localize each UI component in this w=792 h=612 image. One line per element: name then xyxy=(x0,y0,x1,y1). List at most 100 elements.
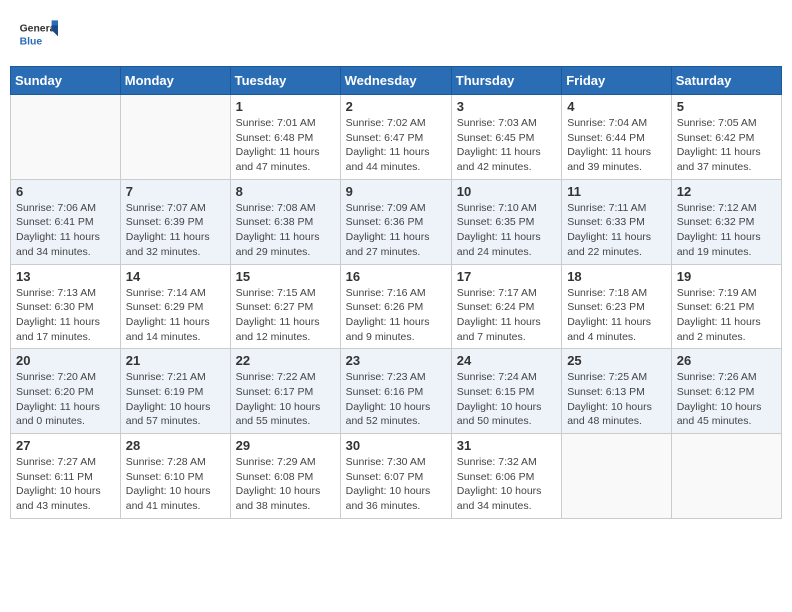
day-info: Sunrise: 7:23 AM Sunset: 6:16 PM Dayligh… xyxy=(346,370,446,429)
day-number: 14 xyxy=(126,269,225,284)
day-info: Sunrise: 7:11 AM Sunset: 6:33 PM Dayligh… xyxy=(567,201,666,260)
day-number: 26 xyxy=(677,353,776,368)
calendar-cell: 4 Sunrise: 7:04 AM Sunset: 6:44 PM Daylig… xyxy=(562,95,672,180)
day-number: 20 xyxy=(16,353,115,368)
calendar-cell: 24 Sunrise: 7:24 AM Sunset: 6:15 PM Dayli… xyxy=(451,349,561,434)
day-info: Sunrise: 7:09 AM Sunset: 6:36 PM Dayligh… xyxy=(346,201,446,260)
day-number: 10 xyxy=(457,184,556,199)
day-number: 11 xyxy=(567,184,666,199)
day-info: Sunrise: 7:21 AM Sunset: 6:19 PM Dayligh… xyxy=(126,370,225,429)
day-number: 1 xyxy=(236,99,335,114)
calendar-cell: 26 Sunrise: 7:26 AM Sunset: 6:12 PM Dayli… xyxy=(671,349,781,434)
day-info: Sunrise: 7:13 AM Sunset: 6:30 PM Dayligh… xyxy=(16,286,115,345)
day-number: 7 xyxy=(126,184,225,199)
day-number: 31 xyxy=(457,438,556,453)
day-number: 15 xyxy=(236,269,335,284)
calendar-cell: 21 Sunrise: 7:21 AM Sunset: 6:19 PM Dayli… xyxy=(120,349,230,434)
calendar-table: SundayMondayTuesdayWednesdayThursdayFrid… xyxy=(10,66,782,519)
day-number: 13 xyxy=(16,269,115,284)
day-number: 24 xyxy=(457,353,556,368)
calendar-cell: 8Sunrise: 7:08 AM Sunset: 6:38 PM Daylig… xyxy=(230,179,340,264)
day-number: 16 xyxy=(346,269,446,284)
col-header-monday: Monday xyxy=(120,67,230,95)
day-info: Sunrise: 7:24 AM Sunset: 6:15 PM Dayligh… xyxy=(457,370,556,429)
calendar-cell: 12 Sunrise: 7:12 AM Sunset: 6:32 PM Dayli… xyxy=(671,179,781,264)
calendar-cell: 7 Sunrise: 7:07 AM Sunset: 6:39 PM Daylig… xyxy=(120,179,230,264)
calendar-cell: 16 Sunrise: 7:16 AM Sunset: 6:26 PM Dayli… xyxy=(340,264,451,349)
svg-text:Blue: Blue xyxy=(20,36,43,47)
calendar-cell: 1 Sunrise: 7:01 AM Sunset: 6:48 PM Daylig… xyxy=(230,95,340,180)
calendar-cell xyxy=(11,95,121,180)
day-number: 4 xyxy=(567,99,666,114)
calendar-cell: 20 Sunrise: 7:20 AM Sunset: 6:20 PM Dayli… xyxy=(11,349,121,434)
day-info: Sunrise: 7:26 AM Sunset: 6:12 PM Dayligh… xyxy=(677,370,776,429)
calendar-cell: 29 Sunrise: 7:29 AM Sunset: 6:08 PM Dayli… xyxy=(230,434,340,519)
calendar-cell: 18 Sunrise: 7:18 AM Sunset: 6:23 PM Dayli… xyxy=(562,264,672,349)
calendar-cell: 31 Sunrise: 7:32 AM Sunset: 6:06 PM Dayli… xyxy=(451,434,561,519)
day-info: Sunrise: 7:01 AM Sunset: 6:48 PM Dayligh… xyxy=(236,116,335,175)
calendar-cell: 17 Sunrise: 7:17 AM Sunset: 6:24 PM Dayli… xyxy=(451,264,561,349)
calendar-cell: 22 Sunrise: 7:22 AM Sunset: 6:17 PM Dayli… xyxy=(230,349,340,434)
col-header-thursday: Thursday xyxy=(451,67,561,95)
col-header-sunday: Sunday xyxy=(11,67,121,95)
day-info: Sunrise: 7:17 AM Sunset: 6:24 PM Dayligh… xyxy=(457,286,556,345)
day-info: Sunrise: 7:20 AM Sunset: 6:20 PM Dayligh… xyxy=(16,370,115,429)
day-info: Sunrise: 7:12 AM Sunset: 6:32 PM Dayligh… xyxy=(677,201,776,260)
col-header-friday: Friday xyxy=(562,67,672,95)
calendar-cell: 27 Sunrise: 7:27 AM Sunset: 6:11 PM Dayli… xyxy=(11,434,121,519)
day-info: Sunrise: 7:06 AM Sunset: 6:41 PM Dayligh… xyxy=(16,201,115,260)
calendar-cell xyxy=(562,434,672,519)
calendar-cell xyxy=(671,434,781,519)
day-info: Sunrise: 7:29 AM Sunset: 6:08 PM Dayligh… xyxy=(236,455,335,514)
calendar-cell: 11 Sunrise: 7:11 AM Sunset: 6:33 PM Dayli… xyxy=(562,179,672,264)
col-header-wednesday: Wednesday xyxy=(340,67,451,95)
page-header: General Blue xyxy=(10,10,782,58)
calendar-cell: 2 Sunrise: 7:02 AM Sunset: 6:47 PM Daylig… xyxy=(340,95,451,180)
day-number: 5 xyxy=(677,99,776,114)
day-number: 21 xyxy=(126,353,225,368)
day-info: Sunrise: 7:19 AM Sunset: 6:21 PM Dayligh… xyxy=(677,286,776,345)
day-info: Sunrise: 7:15 AM Sunset: 6:27 PM Dayligh… xyxy=(236,286,335,345)
day-number: 2 xyxy=(346,99,446,114)
logo-icon: General Blue xyxy=(18,14,58,54)
calendar-cell: 19 Sunrise: 7:19 AM Sunset: 6:21 PM Dayli… xyxy=(671,264,781,349)
day-info: Sunrise: 7:25 AM Sunset: 6:13 PM Dayligh… xyxy=(567,370,666,429)
calendar-cell: 9 Sunrise: 7:09 AM Sunset: 6:36 PM Daylig… xyxy=(340,179,451,264)
day-info: Sunrise: 7:18 AM Sunset: 6:23 PM Dayligh… xyxy=(567,286,666,345)
day-number: 17 xyxy=(457,269,556,284)
day-info: Sunrise: 7:32 AM Sunset: 6:06 PM Dayligh… xyxy=(457,455,556,514)
day-info: Sunrise: 7:07 AM Sunset: 6:39 PM Dayligh… xyxy=(126,201,225,260)
day-info: Sunrise: 7:30 AM Sunset: 6:07 PM Dayligh… xyxy=(346,455,446,514)
day-number: 25 xyxy=(567,353,666,368)
day-number: 27 xyxy=(16,438,115,453)
day-info: Sunrise: 7:14 AM Sunset: 6:29 PM Dayligh… xyxy=(126,286,225,345)
day-number: 22 xyxy=(236,353,335,368)
calendar-cell xyxy=(120,95,230,180)
day-info: Sunrise: 7:16 AM Sunset: 6:26 PM Dayligh… xyxy=(346,286,446,345)
day-number: 8 xyxy=(236,184,335,199)
day-number: 30 xyxy=(346,438,446,453)
day-number: 19 xyxy=(677,269,776,284)
day-info: Sunrise: 7:05 AM Sunset: 6:42 PM Dayligh… xyxy=(677,116,776,175)
day-number: 23 xyxy=(346,353,446,368)
day-info: Sunrise: 7:03 AM Sunset: 6:45 PM Dayligh… xyxy=(457,116,556,175)
day-number: 29 xyxy=(236,438,335,453)
day-number: 3 xyxy=(457,99,556,114)
day-number: 9 xyxy=(346,184,446,199)
calendar-cell: 3 Sunrise: 7:03 AM Sunset: 6:45 PM Daylig… xyxy=(451,95,561,180)
day-number: 6 xyxy=(16,184,115,199)
day-info: Sunrise: 7:02 AM Sunset: 6:47 PM Dayligh… xyxy=(346,116,446,175)
day-number: 12 xyxy=(677,184,776,199)
day-info: Sunrise: 7:22 AM Sunset: 6:17 PM Dayligh… xyxy=(236,370,335,429)
calendar-cell: 28 Sunrise: 7:28 AM Sunset: 6:10 PM Dayli… xyxy=(120,434,230,519)
calendar-cell: 25 Sunrise: 7:25 AM Sunset: 6:13 PM Dayli… xyxy=(562,349,672,434)
day-info: Sunrise: 7:27 AM Sunset: 6:11 PM Dayligh… xyxy=(16,455,115,514)
calendar-cell: 13 Sunrise: 7:13 AM Sunset: 6:30 PM Dayli… xyxy=(11,264,121,349)
day-info: Sunrise: 7:28 AM Sunset: 6:10 PM Dayligh… xyxy=(126,455,225,514)
day-number: 18 xyxy=(567,269,666,284)
calendar-cell: 14 Sunrise: 7:14 AM Sunset: 6:29 PM Dayli… xyxy=(120,264,230,349)
day-info: Sunrise: 7:04 AM Sunset: 6:44 PM Dayligh… xyxy=(567,116,666,175)
logo: General Blue xyxy=(18,14,60,54)
day-number: 28 xyxy=(126,438,225,453)
day-info: Sunrise: 7:10 AM Sunset: 6:35 PM Dayligh… xyxy=(457,201,556,260)
